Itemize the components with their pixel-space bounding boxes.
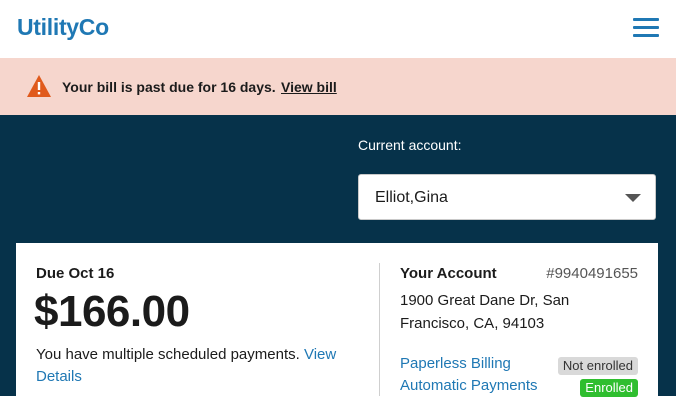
hamburger-menu-icon[interactable] [633,18,659,38]
due-date-label: Due Oct 16 [36,265,115,282]
past-due-alert: Your bill is past due for 16 days. View … [0,58,676,115]
service-address: 1900 Great Dane Dr, San Francisco, CA, 9… [400,292,570,332]
account-number: #9940491655 [546,265,638,282]
status-badge: Enrolled [580,379,638,397]
amount-due: $166.00 [34,287,190,336]
scheduled-text: You have multiple scheduled payments. [36,346,300,363]
bill-summary-card: Due Oct 16 $166.00 You have multiple sch… [16,243,658,397]
warning-triangle-icon [27,75,51,97]
your-account-title: Your Account [400,265,497,282]
account-select-value: Elliot,Gina [375,189,448,206]
chevron-down-icon [625,194,641,202]
menu-bar [633,18,659,21]
account-select[interactable]: Elliot,Gina [358,174,656,220]
menu-bar [633,34,659,37]
view-bill-link[interactable]: View bill [281,79,337,95]
card-divider [379,263,380,396]
automatic-payments-link[interactable]: Automatic Payments [400,377,538,394]
scheduled-payments-note: You have multiple scheduled payments. Vi… [36,344,366,388]
brand-logo[interactable]: UtilityCo [17,14,109,41]
paperless-billing-link[interactable]: Paperless Billing [400,355,511,372]
top-header: UtilityCo [0,0,676,58]
status-badge: Not enrolled [557,357,638,375]
menu-bar [633,26,659,29]
alert-message: Your bill is past due for 16 days. [62,79,276,95]
current-account-label: Current account: [358,137,462,153]
